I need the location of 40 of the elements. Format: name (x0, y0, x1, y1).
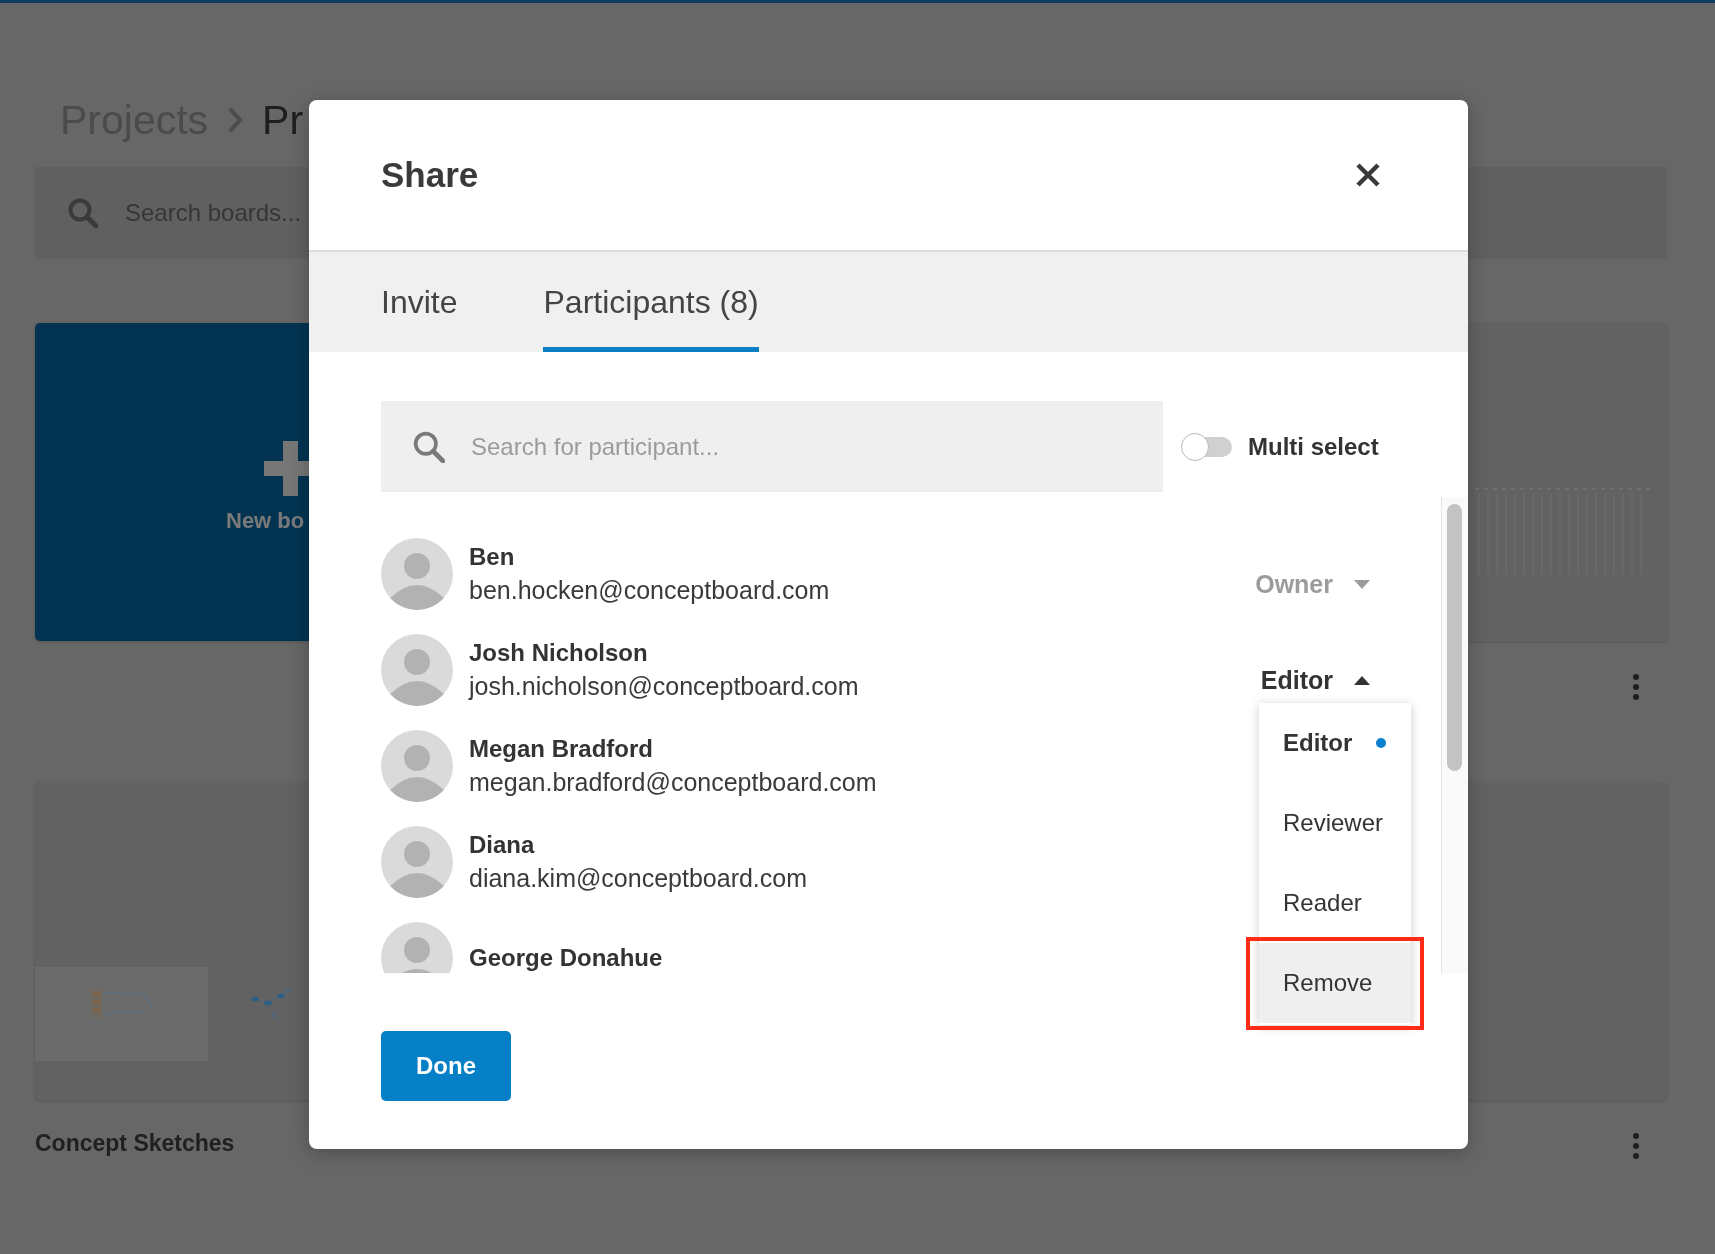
chevron-icon (228, 107, 244, 133)
search-field[interactable]: Search for participant... (381, 401, 1163, 492)
more-options-icon[interactable] (1633, 674, 1639, 700)
participant-name: George Donahue (469, 943, 663, 973)
avatar-icon (381, 826, 453, 898)
role-option[interactable]: Remove (1259, 943, 1411, 1023)
dialog-title: Share (381, 155, 479, 195)
plus-icon (264, 441, 309, 496)
caret-icon (1354, 675, 1370, 685)
participant-name: Diana (469, 830, 536, 860)
selected-dot-icon (1376, 738, 1386, 748)
participant-email: josh.nicholson@conceptboard.com (469, 671, 859, 702)
participant-name: Josh Nicholson (469, 638, 649, 668)
diagram-drawing (250, 987, 292, 1018)
avatar-icon (381, 922, 453, 973)
participant-email: megan.bradford@conceptboard.com (469, 767, 877, 798)
avatar-icon (381, 730, 453, 802)
participant-email: diana.kim@conceptboard.com (469, 863, 808, 894)
board-title: Concept Sketches (35, 1129, 235, 1158)
role-option[interactable]: Reader (1259, 863, 1411, 943)
participant-name: Ben (469, 542, 516, 572)
role-dropdown[interactable]: Editor (1260, 645, 1370, 695)
close-icon (1356, 163, 1380, 187)
caret-icon (1354, 579, 1370, 589)
avatar-icon (381, 634, 453, 706)
close-button[interactable] (1356, 163, 1380, 187)
tab[interactable]: Participants (8) (543, 252, 759, 352)
breadcrumb-current: Pr (262, 96, 304, 144)
role-option[interactable]: Reviewer (1259, 783, 1411, 863)
participant-name: Megan Bradford (469, 734, 654, 764)
more-options-icon[interactable] (1633, 1133, 1639, 1159)
done-button[interactable]: Done (381, 1031, 511, 1101)
role-option[interactable]: Editor (1259, 703, 1411, 783)
avatar-icon (381, 538, 453, 610)
scrollbar-thumb[interactable] (1447, 504, 1462, 771)
sketch-drawing (90, 988, 153, 1019)
search-icon (68, 198, 98, 228)
toggle-switch[interactable] (1181, 432, 1232, 461)
search-icon (413, 431, 445, 463)
multi-select-label: Multi select (1248, 432, 1379, 461)
